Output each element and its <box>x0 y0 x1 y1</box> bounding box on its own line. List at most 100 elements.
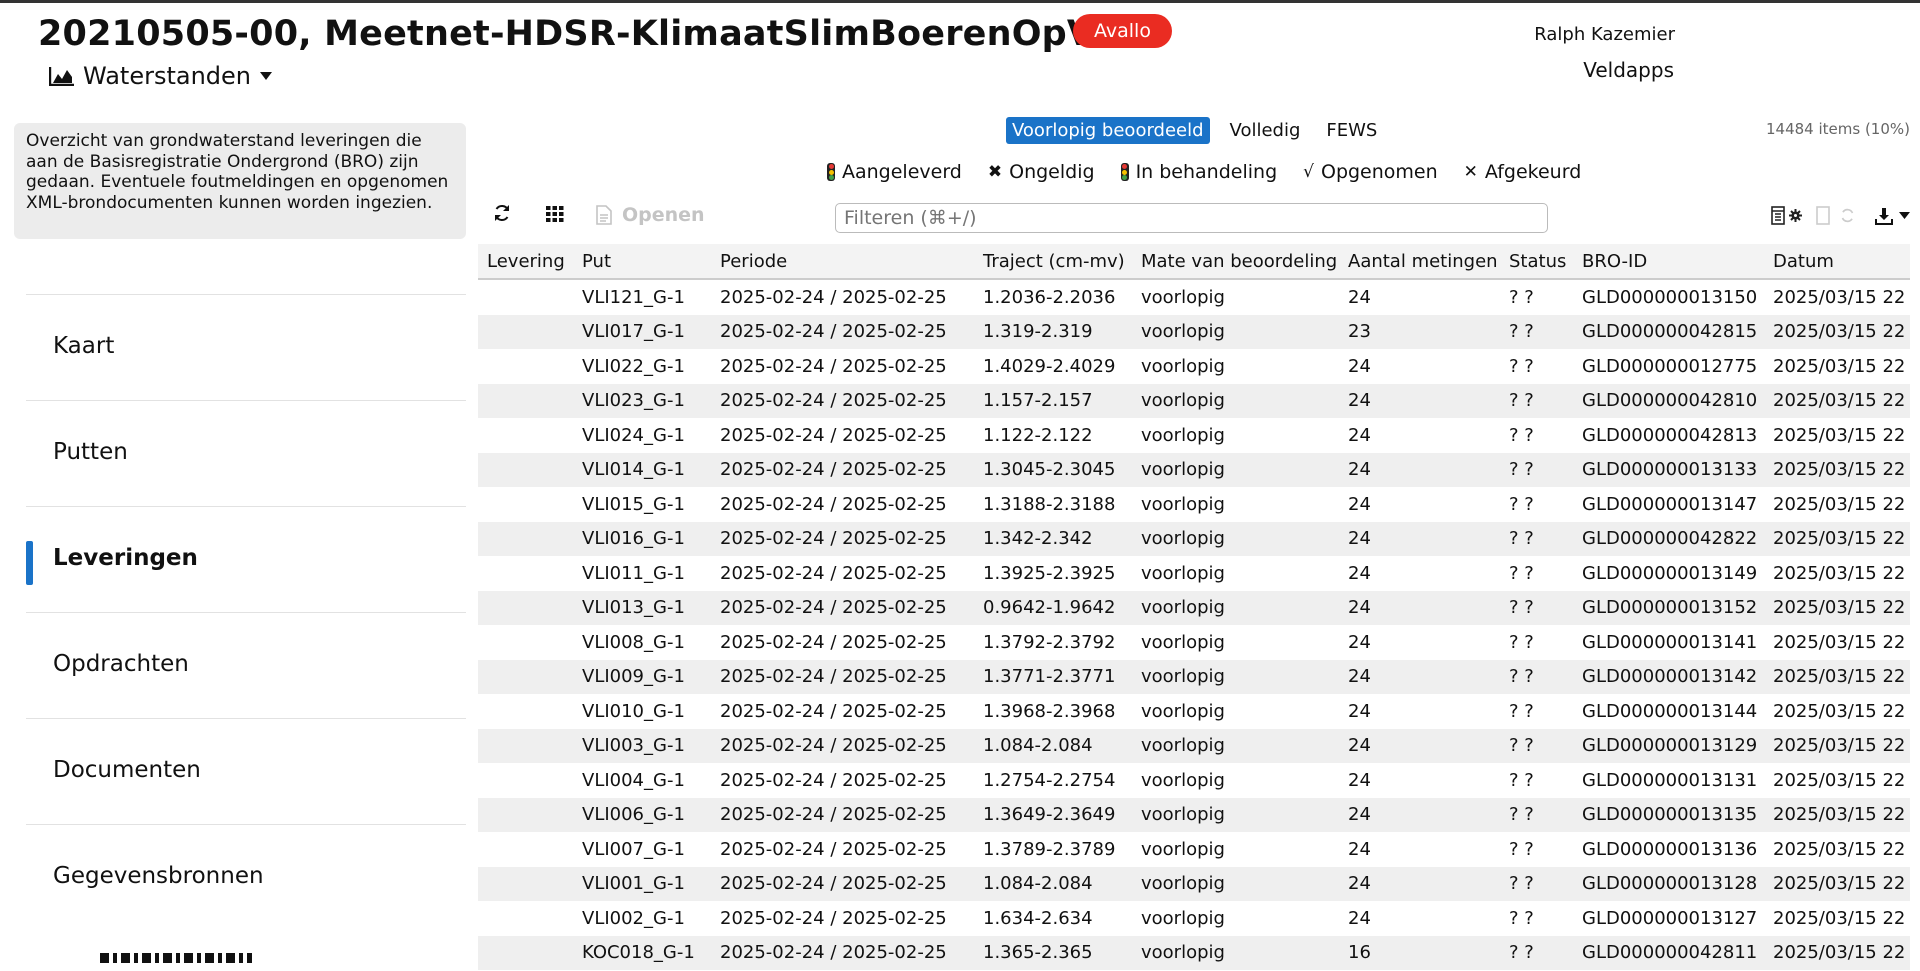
table-cell: voorlopig <box>1141 286 1225 308</box>
column-header[interactable]: Aantal metingen <box>1339 244 1500 280</box>
table-row[interactable]: VLI004_G-1 2025-02-24 / 2025-02-25 1.2754-… <box>478 763 1910 798</box>
deliveries-table-container[interactable]: Levering Put Periode Traject (cm-mv) Mat… <box>478 244 1910 971</box>
table-cell: VLI003_G-1 <box>573 728 711 763</box>
table-row[interactable]: VLI013_G-1 2025-02-24 / 2025-02-25 0.9642-… <box>478 590 1910 625</box>
table-cell: 2025/03/15 22 <box>1764 521 1910 556</box>
filter-label: Ongeldig <box>1009 161 1095 183</box>
export-dropdown[interactable] <box>1875 207 1910 225</box>
table-cell: 2025-02-24 / 2025-02-25 <box>711 728 974 763</box>
sidebar-item-leveringen[interactable]: Leveringen <box>26 506 466 612</box>
column-header[interactable]: Periode <box>711 244 974 280</box>
table-cell <box>478 694 573 729</box>
table-row[interactable]: VLI007_G-1 2025-02-24 / 2025-02-25 1.3789-… <box>478 832 1910 867</box>
table-cell: GLD000000013133 <box>1573 452 1764 487</box>
filter-input[interactable] <box>835 203 1548 233</box>
deliveries-table: Levering Put Periode Traject (cm-mv) Mat… <box>478 244 1910 970</box>
table-row[interactable]: KOC018_G-1 2025-02-24 / 2025-02-25 1.365-2… <box>478 935 1910 970</box>
column-header[interactable]: Levering <box>478 244 573 280</box>
table-cell <box>478 797 573 832</box>
table-cell: 2025-02-24 / 2025-02-25 <box>720 562 947 584</box>
filter-aangeleverd[interactable]: Aangeleverd <box>827 161 962 183</box>
table-cell: VLI006_G-1 <box>573 797 711 832</box>
refresh-icon[interactable] <box>493 204 511 227</box>
table-cell: 2025-02-24 / 2025-02-25 <box>720 493 947 515</box>
table-cell: ? ? <box>1509 769 1534 791</box>
table-cell: VLI011_G-1 <box>582 562 685 584</box>
filter-label: Afgekeurd <box>1484 161 1582 183</box>
sidebar-item-documenten[interactable]: Documenten <box>26 718 466 824</box>
table-cell: 24 <box>1348 838 1371 860</box>
table-row[interactable]: VLI010_G-1 2025-02-24 / 2025-02-25 1.3968-… <box>478 694 1910 729</box>
table-cell: 24 <box>1348 286 1371 308</box>
sidebar-item-opdrachten[interactable]: Opdrachten <box>26 612 466 718</box>
column-settings-button[interactable] <box>1771 206 1802 225</box>
table-row[interactable]: VLI121_G-1 2025-02-24 / 2025-02-25 1.2036-… <box>478 279 1910 315</box>
tab-volledig[interactable]: Volledig <box>1224 117 1307 144</box>
tab-voorlopig-beoordeeld[interactable]: Voorlopig beoordeeld <box>1006 117 1210 144</box>
sidebar-item-putten[interactable]: Putten <box>26 400 466 506</box>
table-cell: VLI007_G-1 <box>582 838 685 860</box>
table-cell: VLI008_G-1 <box>582 631 685 653</box>
table-row[interactable]: VLI016_G-1 2025-02-24 / 2025-02-25 1.342-2… <box>478 521 1910 556</box>
filter-ongeldig[interactable]: ✖ Ongeldig <box>988 161 1095 183</box>
sidebar-item-kaart[interactable]: Kaart <box>26 294 466 400</box>
table-cell: GLD000000013152 <box>1573 590 1764 625</box>
table-row[interactable]: VLI011_G-1 2025-02-24 / 2025-02-25 1.3925-… <box>478 556 1910 591</box>
user-name[interactable]: Ralph Kazemier <box>1534 24 1675 45</box>
table-row[interactable]: VLI003_G-1 2025-02-24 / 2025-02-25 1.084-2… <box>478 728 1910 763</box>
columns-icon <box>1771 206 1785 225</box>
table-cell: 2025-02-24 / 2025-02-25 <box>711 659 974 694</box>
table-row[interactable]: VLI002_G-1 2025-02-24 / 2025-02-25 1.634-2… <box>478 901 1910 936</box>
table-cell: voorlopig <box>1132 521 1339 556</box>
table-row[interactable]: VLI022_G-1 2025-02-24 / 2025-02-25 1.4029-… <box>478 349 1910 384</box>
table-cell <box>478 383 573 418</box>
app-link[interactable]: Veldapps <box>1583 58 1674 82</box>
table-cell: 2025/03/15 22 <box>1764 590 1910 625</box>
column-header[interactable]: Put <box>573 244 711 280</box>
filter-opgenomen[interactable]: √ Opgenomen <box>1303 161 1438 183</box>
column-header[interactable]: Traject (cm-mv) <box>974 244 1132 280</box>
table-cell: ? ? <box>1509 355 1534 377</box>
filter-in-behandeling[interactable]: In behandeling <box>1120 161 1277 183</box>
column-header[interactable]: BRO-ID <box>1573 244 1764 280</box>
column-header[interactable]: Status <box>1500 244 1573 280</box>
table-cell: KOC018_G-1 <box>573 935 711 970</box>
table-row[interactable]: VLI024_G-1 2025-02-24 / 2025-02-25 1.122-2… <box>478 418 1910 453</box>
table-cell: ? ? <box>1500 590 1573 625</box>
table-cell: VLI013_G-1 <box>573 590 711 625</box>
sidebar-item-gegevensbronnen[interactable]: Gegevensbronnen <box>26 824 466 930</box>
table-cell: 2025/03/15 22 <box>1773 286 1906 308</box>
table-cell: voorlopig <box>1141 838 1225 860</box>
table-cell: GLD000000013147 <box>1582 493 1758 515</box>
table-cell: 1.084-2.084 <box>974 728 1132 763</box>
table-row[interactable]: VLI008_G-1 2025-02-24 / 2025-02-25 1.3792-… <box>478 625 1910 660</box>
table-cell: 2025-02-24 / 2025-02-25 <box>720 631 947 653</box>
table-cell: 2025/03/15 22 <box>1764 797 1910 832</box>
organization-badge[interactable]: Avallo <box>1073 14 1172 48</box>
tab-fews[interactable]: FEWS <box>1320 117 1383 144</box>
open-button[interactable]: Openen <box>596 204 705 226</box>
table-row[interactable]: VLI009_G-1 2025-02-24 / 2025-02-25 1.3771-… <box>478 659 1910 694</box>
table-cell: VLI009_G-1 <box>573 659 711 694</box>
filter-afgekeurd[interactable]: ✕ Afgekeurd <box>1464 161 1582 183</box>
table-row[interactable]: VLI001_G-1 2025-02-24 / 2025-02-25 1.084-2… <box>478 866 1910 901</box>
grid-icon[interactable] <box>546 204 564 227</box>
table-cell: 1.3792-2.3792 <box>983 631 1116 653</box>
table-cell: 2025/03/15 22 <box>1764 659 1910 694</box>
column-header[interactable]: Mate van beoordeling <box>1132 244 1339 280</box>
table-cell: 24 <box>1339 797 1500 832</box>
table-row[interactable]: VLI023_G-1 2025-02-24 / 2025-02-25 1.157-2… <box>478 383 1910 418</box>
table-cell: ? ? <box>1500 521 1573 556</box>
right-toolbar <box>1771 206 1910 225</box>
table-row[interactable]: VLI017_G-1 2025-02-24 / 2025-02-25 1.319-2… <box>478 314 1910 349</box>
view-dropdown[interactable]: Waterstanden <box>49 62 273 90</box>
table-row[interactable]: VLI006_G-1 2025-02-24 / 2025-02-25 1.3649-… <box>478 797 1910 832</box>
table-row[interactable]: VLI015_G-1 2025-02-24 / 2025-02-25 1.3188-… <box>478 487 1910 522</box>
column-header[interactable]: Datum <box>1764 244 1910 280</box>
table-cell: ? ? <box>1509 907 1534 929</box>
table-cell: 0.9642-1.9642 <box>974 590 1132 625</box>
table-cell: ? ? <box>1500 314 1573 349</box>
table-row[interactable]: VLI014_G-1 2025-02-24 / 2025-02-25 1.3045-… <box>478 452 1910 487</box>
disabled-tools[interactable] <box>1816 206 1855 225</box>
table-cell: ? ? <box>1500 797 1573 832</box>
